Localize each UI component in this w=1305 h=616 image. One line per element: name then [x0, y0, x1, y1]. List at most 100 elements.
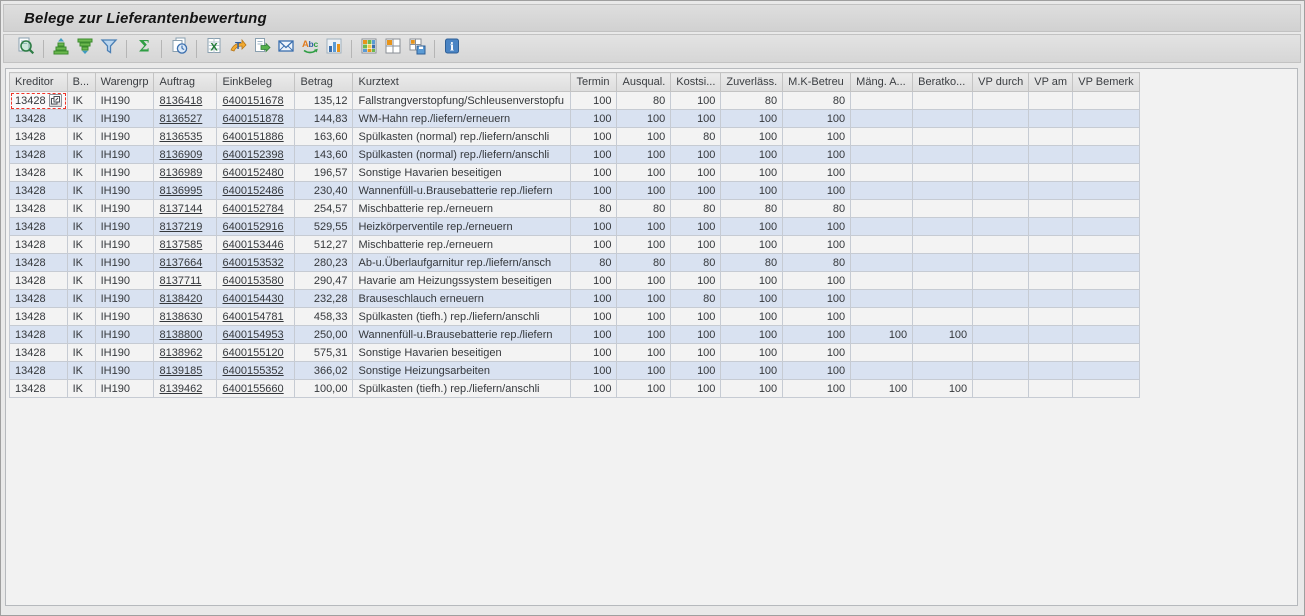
cell-vp_am[interactable]: [1029, 326, 1073, 344]
cell-einkbeleg[interactable]: 6400153532: [217, 254, 295, 272]
cell-kurztext[interactable]: Mischbatterie rep./erneuern: [353, 236, 571, 254]
cell-vp_bemerk[interactable]: [1073, 236, 1139, 254]
cell-betrag[interactable]: 366,02: [295, 362, 353, 380]
cell-b[interactable]: IK: [67, 254, 95, 272]
cell-auftrag[interactable]: 8139462: [154, 380, 217, 398]
cell-b[interactable]: IK: [67, 218, 95, 236]
cell-termin[interactable]: 100: [571, 290, 617, 308]
cell-vp_am[interactable]: [1029, 128, 1073, 146]
cell-vp_durch[interactable]: [973, 236, 1029, 254]
cell-auftrag[interactable]: 8136995: [154, 182, 217, 200]
cell-maeng[interactable]: [851, 200, 913, 218]
cell-betrag[interactable]: 250,00: [295, 326, 353, 344]
cell-b[interactable]: IK: [67, 272, 95, 290]
cell-vp_durch[interactable]: [973, 182, 1029, 200]
cell-maeng[interactable]: [851, 308, 913, 326]
cell-kostsi[interactable]: 100: [671, 380, 721, 398]
cell-vp_durch[interactable]: [973, 272, 1029, 290]
cell-auftrag[interactable]: 8138962: [154, 344, 217, 362]
cell-beratko[interactable]: [913, 254, 973, 272]
cell-betrag[interactable]: 458,33: [295, 308, 353, 326]
cell-zuverlaess[interactable]: 100: [721, 308, 783, 326]
cell-vp_durch[interactable]: [973, 110, 1029, 128]
cell-kurztext[interactable]: Spülkasten (tiefh.) rep./liefern/anschli: [353, 380, 571, 398]
cell-b[interactable]: IK: [67, 362, 95, 380]
local-file-button[interactable]: [250, 37, 274, 61]
cell-auftrag[interactable]: 8136527: [154, 110, 217, 128]
cell-maeng[interactable]: [851, 182, 913, 200]
cell-vp_am[interactable]: [1029, 164, 1073, 182]
cell-betrag[interactable]: 230,40: [295, 182, 353, 200]
column-header-auftrag[interactable]: Auftrag: [154, 73, 217, 92]
column-header-beratko[interactable]: Beratko...: [913, 73, 973, 92]
cell-mkbetreu[interactable]: 100: [783, 146, 851, 164]
cell-zuverlaess[interactable]: 100: [721, 110, 783, 128]
cell-termin[interactable]: 100: [571, 218, 617, 236]
cell-kostsi[interactable]: 100: [671, 110, 721, 128]
cell-warengrp[interactable]: IH190: [95, 110, 154, 128]
column-header-warengrp[interactable]: Warengrp: [95, 73, 154, 92]
cell-ausqual[interactable]: 100: [617, 110, 671, 128]
cell-kurztext[interactable]: Havarie am Heizungssystem beseitigen: [353, 272, 571, 290]
cell-warengrp[interactable]: IH190: [95, 128, 154, 146]
cell-beratko[interactable]: [913, 218, 973, 236]
cell-vp_bemerk[interactable]: [1073, 182, 1139, 200]
cell-auftrag[interactable]: 8136989: [154, 164, 217, 182]
cell-warengrp[interactable]: IH190: [95, 344, 154, 362]
cell-kostsi[interactable]: 100: [671, 218, 721, 236]
cell-kostsi[interactable]: 100: [671, 182, 721, 200]
cell-ausqual[interactable]: 100: [617, 362, 671, 380]
einkbeleg-link[interactable]: 6400154781: [222, 311, 283, 323]
column-header-kurztext[interactable]: Kurztext: [353, 73, 571, 92]
einkbeleg-link[interactable]: 6400154953: [222, 329, 283, 341]
cell-kurztext[interactable]: Wannenfüll-u.Brausebatterie rep./liefern: [353, 326, 571, 344]
cell-termin[interactable]: 100: [571, 164, 617, 182]
column-header-kreditor[interactable]: Kreditor: [10, 73, 68, 92]
einkbeleg-link[interactable]: 6400152916: [222, 221, 283, 233]
einkbeleg-link[interactable]: 6400153446: [222, 239, 283, 251]
cell-vp_durch[interactable]: [973, 308, 1029, 326]
cell-vp_bemerk[interactable]: [1073, 272, 1139, 290]
auftrag-link[interactable]: 8137664: [159, 257, 202, 269]
column-header-vp_durch[interactable]: VP durch: [973, 73, 1029, 92]
column-header-termin[interactable]: Termin: [571, 73, 617, 92]
cell-warengrp[interactable]: IH190: [95, 218, 154, 236]
cell-betrag[interactable]: 135,12: [295, 92, 353, 110]
cell-kreditor[interactable]: 13428: [10, 146, 68, 164]
cell-kostsi[interactable]: 100: [671, 92, 721, 110]
cell-kostsi[interactable]: 100: [671, 326, 721, 344]
cell-kostsi[interactable]: 100: [671, 272, 721, 290]
cell-zuverlaess[interactable]: 100: [721, 128, 783, 146]
cell-beratko[interactable]: [913, 362, 973, 380]
cell-kreditor[interactable]: 13428: [10, 236, 68, 254]
mail-recipient-button[interactable]: [274, 37, 298, 61]
cell-betrag[interactable]: 163,60: [295, 128, 353, 146]
cell-beratko[interactable]: [913, 164, 973, 182]
cell-kurztext[interactable]: Heizkörperventile rep./erneuern: [353, 218, 571, 236]
cell-termin[interactable]: 80: [571, 254, 617, 272]
cell-warengrp[interactable]: IH190: [95, 236, 154, 254]
save-layout-button[interactable]: [405, 37, 429, 61]
column-header-einkbeleg[interactable]: EinkBeleg: [217, 73, 295, 92]
cell-mkbetreu[interactable]: 100: [783, 128, 851, 146]
cell-auftrag[interactable]: 8137585: [154, 236, 217, 254]
cell-b[interactable]: IK: [67, 326, 95, 344]
cell-betrag[interactable]: 144,83: [295, 110, 353, 128]
cell-ausqual[interactable]: 100: [617, 218, 671, 236]
cell-mkbetreu[interactable]: 100: [783, 272, 851, 290]
cell-einkbeleg[interactable]: 6400155352: [217, 362, 295, 380]
cell-vp_am[interactable]: [1029, 254, 1073, 272]
cell-vp_bemerk[interactable]: [1073, 344, 1139, 362]
cell-vp_durch[interactable]: [973, 164, 1029, 182]
cell-vp_durch[interactable]: [973, 326, 1029, 344]
cell-vp_bemerk[interactable]: [1073, 128, 1139, 146]
cell-kreditor[interactable]: 13428: [10, 326, 68, 344]
cell-mkbetreu[interactable]: 80: [783, 200, 851, 218]
cell-betrag[interactable]: 100,00: [295, 380, 353, 398]
cell-kreditor[interactable]: 13428: [10, 380, 68, 398]
cell-betrag[interactable]: 575,31: [295, 344, 353, 362]
einkbeleg-link[interactable]: 6400152784: [222, 203, 283, 215]
cell-maeng[interactable]: [851, 254, 913, 272]
cell-auftrag[interactable]: 8137711: [154, 272, 217, 290]
cell-vp_am[interactable]: [1029, 380, 1073, 398]
